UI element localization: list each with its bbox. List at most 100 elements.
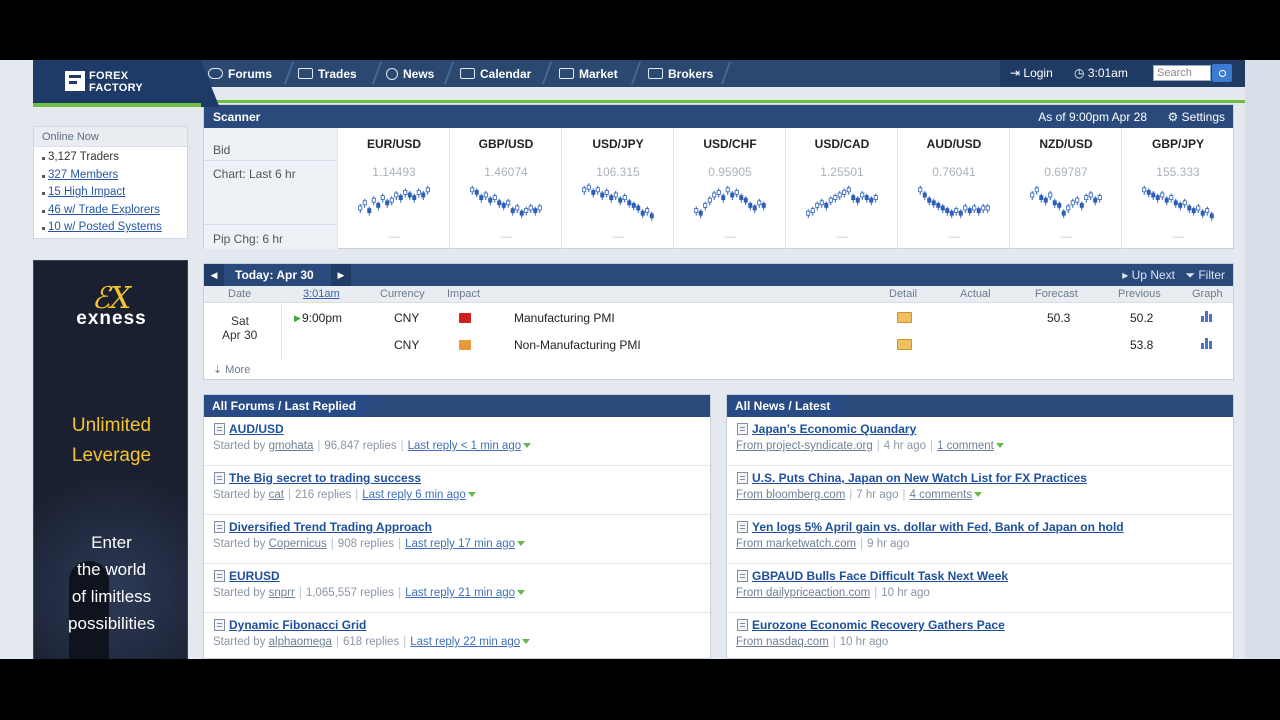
thread-author[interactable]: alphaomega: [269, 636, 332, 648]
search-button[interactable]: [1212, 64, 1232, 82]
nav-market[interactable]: Market: [559, 65, 618, 82]
search-input[interactable]: Search: [1153, 65, 1211, 81]
thread-title[interactable]: EURUSD: [229, 569, 280, 583]
news-title[interactable]: U.S. Puts China, Japan on New Watch List…: [752, 471, 1087, 485]
dropdown-arrow-icon[interactable]: [522, 639, 531, 645]
news-item[interactable]: Eurozone Economic Recovery Gathers Pace F…: [727, 613, 1233, 658]
pair-pip-change: —: [388, 231, 400, 243]
news-comments[interactable]: 4 comments: [910, 489, 973, 501]
divider: [204, 224, 337, 225]
thread-last-reply[interactable]: Last reply < 1 min ago: [408, 440, 521, 452]
thread-author[interactable]: gmohata: [269, 440, 314, 452]
nav-trades[interactable]: Trades: [298, 65, 357, 82]
dropdown-arrow-icon[interactable]: [523, 443, 532, 449]
forum-thread-item[interactable]: AUD/USD Started by gmohata | 96,847 replies…: [204, 417, 710, 466]
event-title[interactable]: Manufacturing PMI: [514, 311, 615, 325]
meta-separator: |: [398, 587, 402, 599]
scanner-pair[interactable]: GBP/USD 1.46074 —: [449, 128, 561, 249]
calendar-next-button[interactable]: ▶: [331, 264, 351, 286]
col-time[interactable]: 3:01am: [303, 288, 340, 300]
nav-brokers[interactable]: Brokers: [648, 65, 713, 82]
candle-body: [748, 202, 753, 208]
news-source[interactable]: From marketwatch.com: [736, 538, 856, 550]
clock-display[interactable]: ◷ 3:01am: [1074, 66, 1128, 80]
thread-title[interactable]: AUD/USD: [229, 422, 284, 436]
calendar-up-next[interactable]: ▸ Up Next: [1122, 268, 1175, 282]
dropdown-arrow-icon[interactable]: [467, 492, 476, 498]
forum-thread-item[interactable]: Diversified Trend Trading Approach Starte…: [204, 515, 710, 564]
chevron-right-icon: ▶: [337, 269, 345, 280]
thread-last-reply[interactable]: Last reply 17 min ago: [405, 538, 515, 550]
thread-last-reply[interactable]: Last reply 22 min ago: [410, 636, 520, 648]
online-members[interactable]: 327 Members: [42, 169, 187, 187]
scanner-pair[interactable]: EUR/USD 1.14493 —: [337, 128, 449, 249]
calendar-event-row[interactable]: ▶ 9:00pm CNY Manufacturing PMI 50.3 50.2: [204, 307, 1233, 334]
candle-body: [1052, 200, 1057, 206]
dropdown-arrow-icon[interactable]: [517, 541, 526, 547]
nav-news[interactable]: News: [386, 65, 434, 82]
candle-body: [389, 197, 394, 203]
scanner-pair[interactable]: NZD/USD 0.69787 —: [1009, 128, 1121, 249]
thread-title[interactable]: The Big secret to trading success: [229, 471, 421, 485]
event-title[interactable]: Non-Manufacturing PMI: [514, 338, 641, 352]
news-title[interactable]: Yen logs 5% April gain vs. dollar with F…: [752, 520, 1124, 534]
online-high-impact[interactable]: 15 High Impact: [42, 186, 187, 204]
calendar-filter[interactable]: ⏷ Filter: [1185, 268, 1225, 283]
news-item[interactable]: GBPAUD Bulls Face Difficult Task Next We…: [727, 564, 1233, 613]
logo-accent: [33, 103, 201, 107]
exness-ad-banner[interactable]: ℰX exness Unlimited Leverage Enter the w…: [33, 260, 188, 659]
dropdown-arrow-icon[interactable]: [517, 590, 526, 596]
forum-thread-item[interactable]: Dynamic Fibonacci Grid Started by alphaom…: [204, 613, 710, 658]
news-source[interactable]: From bloomberg.com: [736, 489, 845, 501]
nav-forums[interactable]: Forums: [208, 65, 272, 82]
online-trade-explorers[interactable]: 46 w/ Trade Explorers: [42, 204, 187, 222]
thread-title[interactable]: Diversified Trend Trading Approach: [229, 520, 432, 534]
thread-title[interactable]: Dynamic Fibonacci Grid: [229, 618, 366, 632]
thread-author[interactable]: cat: [269, 489, 284, 501]
news-title[interactable]: Eurozone Economic Recovery Gathers Pace: [752, 618, 1005, 632]
news-item[interactable]: Japan’s Economic Quandary From project-sy…: [727, 417, 1233, 466]
dropdown-arrow-icon[interactable]: [974, 492, 983, 498]
news-title[interactable]: Japan’s Economic Quandary: [752, 422, 916, 436]
thread-last-reply[interactable]: Last reply 6 min ago: [362, 489, 466, 501]
clock-time: 3:01am: [1087, 66, 1128, 80]
news-source[interactable]: From dailypriceaction.com: [736, 587, 870, 599]
scanner-settings-button[interactable]: ⚙ Settings: [1168, 110, 1225, 124]
news-title[interactable]: GBPAUD Bulls Face Difficult Task Next We…: [752, 569, 1008, 583]
calendar-more-link[interactable]: ⇣ More: [213, 363, 250, 376]
nav-calendar[interactable]: Calendar: [460, 65, 531, 82]
scanner-pair[interactable]: USD/CAD 1.25501 —: [785, 128, 897, 249]
login-link[interactable]: ⇥ Login: [1010, 66, 1053, 80]
scanner-pair[interactable]: USD/JPY 106.315 —: [561, 128, 673, 249]
folder-icon[interactable]: [897, 312, 912, 323]
news-age: 7 hr ago: [856, 489, 899, 501]
news-item[interactable]: U.S. Puts China, Japan on New Watch List…: [727, 466, 1233, 515]
news-item[interactable]: Yen logs 5% April gain vs. dollar with F…: [727, 515, 1233, 564]
forum-thread-item[interactable]: The Big secret to trading success Started…: [204, 466, 710, 515]
site-logo[interactable]: FOREX FACTORY: [33, 60, 201, 107]
dropdown-arrow-icon[interactable]: [995, 443, 1004, 449]
graph-icon[interactable]: [1201, 310, 1214, 322]
candle-body: [725, 187, 730, 193]
news-source[interactable]: From project-syndicate.org: [736, 440, 873, 452]
scanner-pair[interactable]: USD/CHF 0.95905 —: [673, 128, 785, 249]
online-posted-systems[interactable]: 10 w/ Posted Systems: [42, 221, 187, 239]
calendar-event-row[interactable]: CNY Non-Manufacturing PMI 53.8: [204, 334, 1233, 361]
thread-author[interactable]: snprr: [269, 587, 295, 599]
news-comments[interactable]: 1 comment: [937, 440, 994, 452]
thread-author[interactable]: Copernicus: [269, 538, 327, 550]
thread-last-reply[interactable]: Last reply 21 min ago: [405, 587, 515, 599]
scanner-pair[interactable]: AUD/USD 0.76041 —: [897, 128, 1009, 249]
candle-body: [833, 195, 838, 200]
folder-icon[interactable]: [897, 339, 912, 350]
forums-tab[interactable]: All Forums / Last Replied: [204, 395, 373, 417]
candle-body: [407, 192, 412, 198]
news-header: All News / Latest: [727, 395, 1233, 417]
scanner-pair[interactable]: GBP/JPY 155.333 —: [1121, 128, 1233, 249]
news-tab[interactable]: All News / Latest: [727, 395, 847, 417]
graph-icon[interactable]: [1201, 337, 1214, 349]
news-source[interactable]: From nasdaq.com: [736, 636, 829, 648]
calendar-prev-button[interactable]: ◀: [204, 264, 224, 286]
forum-thread-item[interactable]: EURUSD Started by snprr | 1,065,557 replies…: [204, 564, 710, 613]
meta-separator: |: [287, 489, 291, 501]
